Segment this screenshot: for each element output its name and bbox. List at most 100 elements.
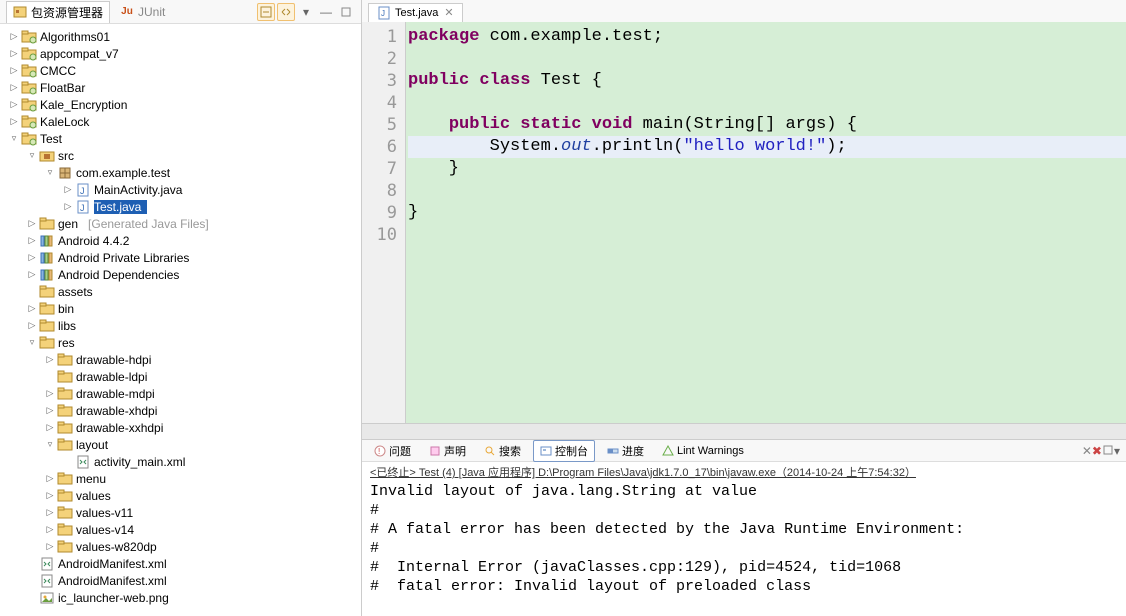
tree-node-activity-main-xml[interactable]: activity_main.xml bbox=[0, 453, 361, 470]
expand-arrow[interactable]: ▷ bbox=[26, 269, 38, 280]
expand-arrow[interactable]: ▿ bbox=[26, 150, 38, 161]
minimize-button[interactable]: — bbox=[317, 3, 335, 21]
collapse-all-button[interactable] bbox=[257, 3, 275, 21]
launch-link[interactable]: <已终止> Test (4) [Java 应用程序] D:\Program Fi… bbox=[370, 467, 916, 479]
code-content[interactable]: package com.example.test; public class T… bbox=[406, 22, 1126, 423]
horizontal-scrollbar[interactable] bbox=[362, 423, 1126, 439]
tab-package-explorer[interactable]: 包资源管理器 bbox=[6, 1, 110, 23]
display-menu-button[interactable]: ▾ bbox=[1114, 444, 1120, 458]
problems-icon: ! bbox=[374, 445, 386, 457]
tree-node-kalelock[interactable]: ▷KaleLock bbox=[0, 113, 361, 130]
expand-arrow[interactable]: ▷ bbox=[8, 82, 20, 93]
expand-arrow[interactable]: ▷ bbox=[44, 388, 56, 399]
expand-arrow[interactable]: ▷ bbox=[44, 507, 56, 518]
tree-node-bin[interactable]: ▷bin bbox=[0, 300, 361, 317]
tree-label: src bbox=[58, 149, 80, 163]
expand-arrow[interactable]: ▿ bbox=[8, 133, 20, 144]
expand-arrow[interactable]: ▿ bbox=[44, 439, 56, 450]
tree-node-drawable-xhdpi[interactable]: ▷drawable-xhdpi bbox=[0, 402, 361, 419]
tree-node-android-4-4-2[interactable]: ▷Android 4.4.2 bbox=[0, 232, 361, 249]
expand-arrow[interactable]: ▷ bbox=[26, 320, 38, 331]
expand-arrow[interactable]: ▷ bbox=[26, 235, 38, 246]
tree-node-kale-encryption[interactable]: ▷Kale_Encryption bbox=[0, 96, 361, 113]
tree-node-cmcc[interactable]: ▷CMCC bbox=[0, 62, 361, 79]
project-tree[interactable]: ▷Algorithms01▷appcompat_v7▷CMCC▷FloatBar… bbox=[0, 24, 361, 616]
tree-node-layout[interactable]: ▿layout bbox=[0, 436, 361, 453]
folder-icon bbox=[57, 387, 73, 401]
view-menu-button[interactable]: ▾ bbox=[297, 3, 315, 21]
tree-node-androidmanifest-xml[interactable]: AndroidManifest.xml bbox=[0, 572, 361, 589]
expand-arrow[interactable]: ▿ bbox=[44, 167, 56, 178]
bottom-tab-问题[interactable]: !问题 bbox=[368, 441, 417, 461]
svg-text:J: J bbox=[80, 186, 85, 196]
link-editor-button[interactable] bbox=[277, 3, 295, 21]
expand-arrow[interactable]: ▷ bbox=[8, 99, 20, 110]
bottom-tab-lint-warnings[interactable]: Lint Warnings bbox=[656, 443, 750, 459]
tab-label: 包资源管理器 bbox=[31, 4, 103, 21]
expand-arrow[interactable]: ▷ bbox=[8, 65, 20, 76]
line-number: 8 bbox=[366, 180, 397, 202]
tree-node-test-java[interactable]: ▷JTest.java bbox=[0, 198, 361, 215]
project-icon bbox=[21, 47, 37, 61]
tree-node-android-dependencies[interactable]: ▷Android Dependencies bbox=[0, 266, 361, 283]
tree-node-assets[interactable]: assets bbox=[0, 283, 361, 300]
tree-node-drawable-mdpi[interactable]: ▷drawable-mdpi bbox=[0, 385, 361, 402]
tree-node-mainactivity-java[interactable]: ▷JMainActivity.java bbox=[0, 181, 361, 198]
expand-arrow[interactable]: ▷ bbox=[44, 490, 56, 501]
bottom-tab-进度[interactable]: 进度 bbox=[601, 441, 650, 461]
tree-node-com-example-test[interactable]: ▿com.example.test bbox=[0, 164, 361, 181]
expand-arrow[interactable]: ▷ bbox=[62, 201, 74, 212]
tree-node-ic-launcher-web-png[interactable]: ic_launcher-web.png bbox=[0, 589, 361, 606]
tree-node-values-v14[interactable]: ▷values-v14 bbox=[0, 521, 361, 538]
line-number: 10 bbox=[366, 224, 397, 246]
expand-arrow[interactable]: ▷ bbox=[26, 303, 38, 314]
line-number: 4 bbox=[366, 92, 397, 114]
expand-arrow[interactable]: ▷ bbox=[44, 541, 56, 552]
tree-node-test[interactable]: ▿Test bbox=[0, 130, 361, 147]
bottom-tab-声明[interactable]: 声明 bbox=[423, 441, 472, 461]
tree-node-androidmanifest-xml[interactable]: AndroidManifest.xml bbox=[0, 555, 361, 572]
tree-node-algorithms01[interactable]: ▷Algorithms01 bbox=[0, 28, 361, 45]
expand-arrow[interactable]: ▷ bbox=[44, 473, 56, 484]
tree-node-values[interactable]: ▷values bbox=[0, 487, 361, 504]
expand-arrow[interactable]: ▿ bbox=[26, 337, 38, 348]
expand-arrow[interactable]: ▷ bbox=[26, 252, 38, 263]
tree-label: Test.java bbox=[94, 200, 147, 214]
tree-node-drawable-ldpi[interactable]: drawable-ldpi bbox=[0, 368, 361, 385]
code-editor[interactable]: 12345678910 package com.example.test; pu… bbox=[362, 22, 1126, 423]
tree-node-libs[interactable]: ▷libs bbox=[0, 317, 361, 334]
expand-arrow[interactable]: ▷ bbox=[44, 354, 56, 365]
tree-node-values-w820dp[interactable]: ▷ values-w820dp bbox=[0, 538, 361, 555]
editor-tab-test-java[interactable]: J Test.java ✕ bbox=[368, 3, 463, 22]
remove-all-button[interactable]: ✖ bbox=[1092, 444, 1102, 458]
expand-arrow[interactable]: ▷ bbox=[8, 31, 20, 42]
tab-junit[interactable]: Ju JUnit bbox=[114, 3, 171, 21]
expand-arrow[interactable]: ▷ bbox=[8, 116, 20, 127]
expand-arrow[interactable]: ▷ bbox=[44, 405, 56, 416]
tree-node-floatbar[interactable]: ▷FloatBar bbox=[0, 79, 361, 96]
remove-launch-button[interactable]: ✕ bbox=[1082, 444, 1092, 458]
tree-node-menu[interactable]: ▷menu bbox=[0, 470, 361, 487]
maximize-button[interactable] bbox=[337, 3, 355, 21]
tree-node-gen[interactable]: ▷gen[Generated Java Files] bbox=[0, 215, 361, 232]
expand-arrow[interactable]: ▷ bbox=[26, 218, 38, 229]
expand-arrow[interactable]: ▷ bbox=[44, 524, 56, 535]
expand-arrow[interactable]: ▷ bbox=[44, 422, 56, 433]
tree-node-src[interactable]: ▿ src bbox=[0, 147, 361, 164]
tree-node-drawable-hdpi[interactable]: ▷drawable-hdpi bbox=[0, 351, 361, 368]
line-number: 7 bbox=[366, 158, 397, 180]
tree-node-android-private-libraries[interactable]: ▷Android Private Libraries bbox=[0, 249, 361, 266]
bottom-tab-控制台[interactable]: 控制台 bbox=[533, 440, 595, 462]
keyword: package bbox=[408, 27, 479, 46]
tree-node-values-v11[interactable]: ▷values-v11 bbox=[0, 504, 361, 521]
tree-node-drawable-xxhdpi[interactable]: ▷drawable-xxhdpi bbox=[0, 419, 361, 436]
tree-label: values-w820dp bbox=[76, 540, 163, 554]
bottom-tab-搜索[interactable]: 搜索 bbox=[478, 441, 527, 461]
pin-console-button[interactable] bbox=[1102, 444, 1114, 458]
tree-node-appcompat-v7[interactable]: ▷appcompat_v7 bbox=[0, 45, 361, 62]
console-view[interactable]: <已终止> Test (4) [Java 应用程序] D:\Program Fi… bbox=[362, 462, 1126, 616]
tree-node-res[interactable]: ▿res bbox=[0, 334, 361, 351]
expand-arrow[interactable]: ▷ bbox=[62, 184, 74, 195]
expand-arrow[interactable]: ▷ bbox=[8, 48, 20, 59]
close-icon[interactable]: ✕ bbox=[444, 6, 453, 19]
